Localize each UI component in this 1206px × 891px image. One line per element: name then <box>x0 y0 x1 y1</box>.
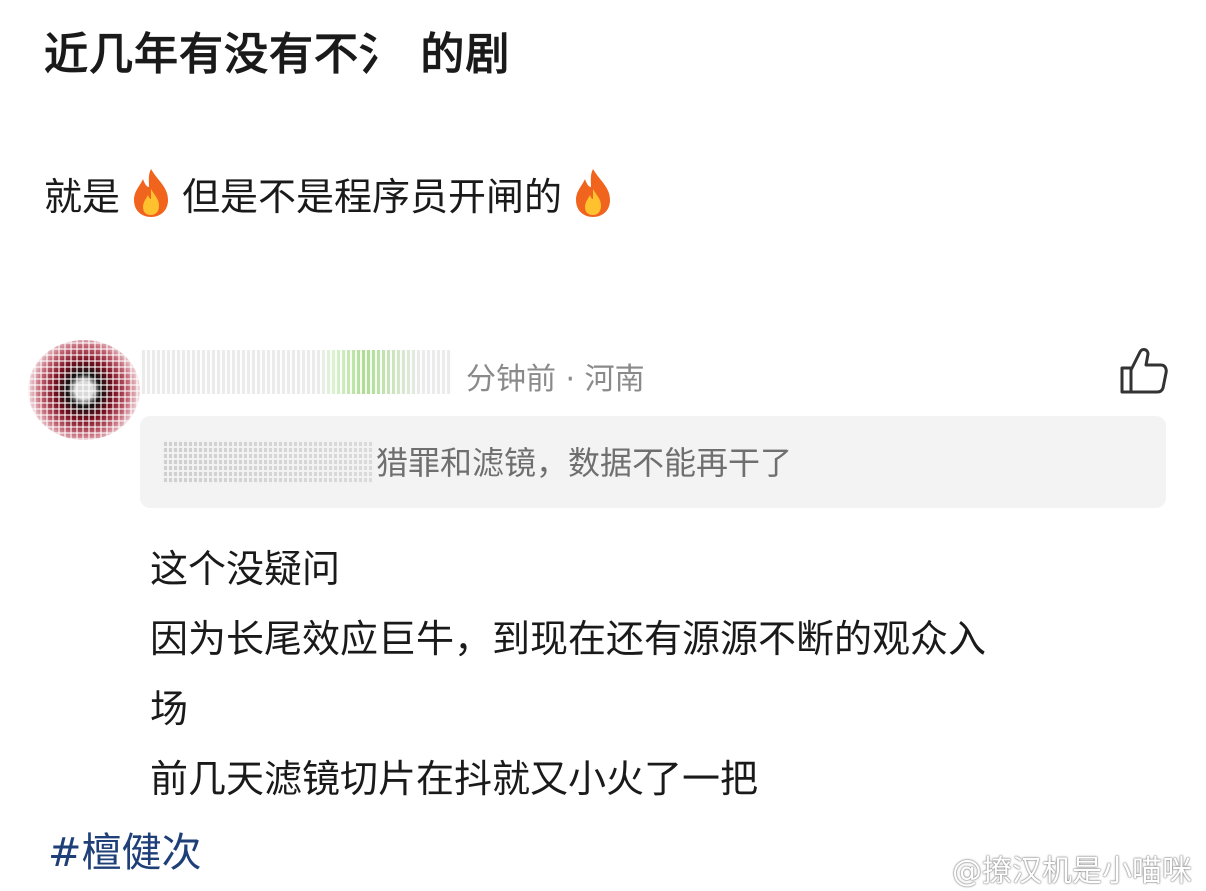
weibo-logo-icon <box>905 852 946 884</box>
username-redacted[interactable] <box>140 350 452 394</box>
quoted-comment[interactable]: 猎罪和滤镜，数据不能再干了 <box>140 416 1166 508</box>
reply-line: 这个没疑问 <box>150 547 341 591</box>
fire-icon <box>576 169 611 217</box>
reply-line: 因为长尾效应巨牛，到现在还有源源不断的观众入 <box>150 617 987 661</box>
post-body-prefix: 就是 <box>44 174 121 219</box>
quoted-text: 猎罪和滤镜，数据不能再干了 <box>376 444 793 482</box>
quoted-author-redacted <box>162 440 374 484</box>
comment-time-location: 分钟前 · 河南 <box>466 362 645 397</box>
avatar[interactable] <box>28 340 140 440</box>
post-title: 近几年有没有不氵 的剧 <box>44 29 511 80</box>
reply-line: 场 <box>150 687 189 731</box>
thumbs-up-icon[interactable] <box>1118 346 1170 396</box>
hashtag-link[interactable]: #檀健次 <box>48 820 202 878</box>
fire-icon <box>134 169 169 217</box>
reply-line: 前几天滤镜切片在抖就又小火了一把 <box>150 757 759 801</box>
reply-text: 这个没疑问 因为长尾效应巨牛，到现在还有源源不断的观众入 场 前几天滤镜切片在抖… <box>150 534 1160 814</box>
post-body-middle: 但是不是程序员开闸的 <box>182 174 563 219</box>
watermark-text: @撩汉机是小喵咪 <box>952 854 1192 889</box>
watermark: @撩汉机是小喵咪 <box>904 846 1192 890</box>
post-body: 就是 但是不是程序员开闸的 <box>44 164 616 222</box>
